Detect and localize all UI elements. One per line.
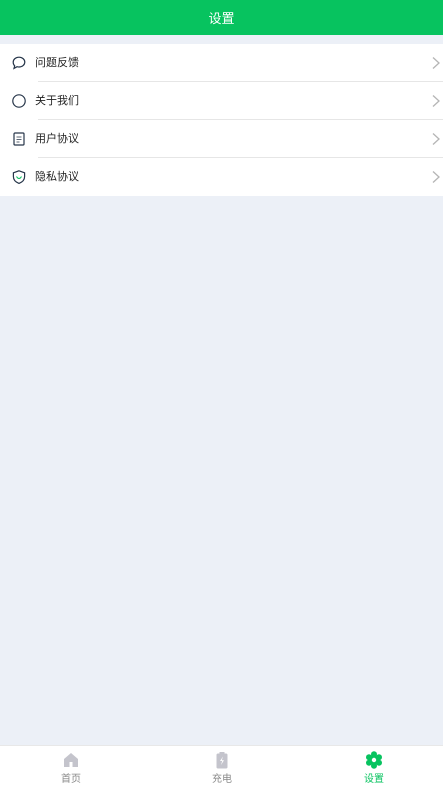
tab-home[interactable]: 首页 (26, 746, 116, 785)
shield-icon (11, 169, 27, 185)
tab-label: 设置 (364, 774, 384, 785)
document-icon (11, 131, 27, 147)
menu-item-privacy-policy[interactable]: 隐私协议 (0, 158, 443, 196)
tab-label: 首页 (61, 774, 81, 785)
menu-item-about-us[interactable]: 关于我们 (0, 82, 443, 120)
circle-icon (11, 93, 27, 109)
menu-item-label: 问题反馈 (35, 56, 79, 69)
chat-bubble-icon (11, 55, 27, 71)
gear-icon (366, 751, 382, 769)
app-header: 设置 (0, 0, 443, 35)
settings-menu: 问题反馈 关于我们 用户协议 隐私协议 (0, 44, 443, 196)
battery-charge-icon (216, 752, 228, 769)
page-title: 设置 (208, 12, 235, 27)
tab-charge[interactable]: 充电 (177, 746, 267, 785)
chevron-right-icon (432, 171, 440, 183)
menu-item-feedback[interactable]: 问题反馈 (0, 44, 443, 82)
chevron-right-icon (432, 57, 440, 69)
chevron-right-icon (432, 133, 440, 145)
menu-item-label: 隐私协议 (35, 170, 79, 183)
menu-item-label: 关于我们 (35, 94, 79, 107)
menu-item-label: 用户协议 (35, 132, 79, 145)
tab-settings[interactable]: 设置 (329, 746, 419, 785)
home-icon (64, 753, 78, 767)
tab-label: 充电 (212, 774, 232, 785)
menu-item-user-agreement[interactable]: 用户协议 (0, 120, 443, 158)
bottom-tab-bar: 首页 充电 设置 (0, 745, 443, 785)
chevron-right-icon (432, 95, 440, 107)
